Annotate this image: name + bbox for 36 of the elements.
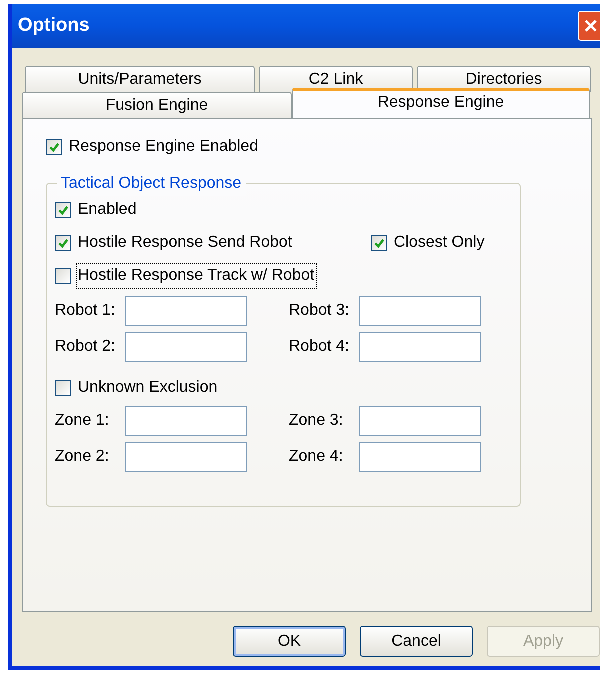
- checkbox-label[interactable]: Closest Only: [393, 231, 486, 255]
- dialog-button[interactable]: OK: [233, 626, 346, 657]
- input-field[interactable]: [359, 442, 481, 472]
- close-icon: [584, 19, 598, 33]
- checkbox-label[interactable]: Hostile Response Track w/ Robot: [77, 264, 316, 288]
- field-label: Robot 4:: [289, 337, 350, 357]
- dialog-button[interactable]: Cancel: [360, 626, 473, 657]
- field-label: Robot 3:: [289, 301, 350, 321]
- checkbox[interactable]: [55, 202, 71, 218]
- checkbox[interactable]: [55, 235, 71, 251]
- input-field[interactable]: [359, 332, 481, 362]
- tab[interactable]: Units/Parameters: [25, 66, 255, 92]
- field-label: Zone 3:: [289, 411, 344, 431]
- input-field[interactable]: [125, 332, 247, 362]
- checkbox-label[interactable]: Unknown Exclusion: [77, 376, 219, 400]
- checkbox-label[interactable]: Enabled: [77, 198, 138, 222]
- input-field[interactable]: [125, 442, 247, 472]
- field-label: Zone 2:: [55, 447, 110, 467]
- input-field[interactable]: [125, 406, 247, 436]
- checkbox-label[interactable]: Response Engine Enabled: [68, 135, 260, 159]
- tab[interactable]: Fusion Engine: [22, 92, 292, 118]
- checkbox-label[interactable]: Hostile Response Send Robot: [77, 231, 294, 255]
- input-field[interactable]: [125, 296, 247, 326]
- input-field[interactable]: [359, 406, 481, 436]
- checkbox[interactable]: [371, 235, 387, 251]
- field-label: Robot 1:: [55, 301, 116, 321]
- field-label: Zone 4:: [289, 447, 344, 467]
- tab[interactable]: Response Engine: [292, 88, 590, 118]
- close-button[interactable]: [578, 11, 600, 41]
- input-field[interactable]: [359, 296, 481, 326]
- checkbox[interactable]: [46, 139, 62, 155]
- field-label: Zone 1:: [55, 411, 110, 431]
- checkbox[interactable]: [55, 380, 71, 396]
- checkbox[interactable]: [55, 268, 71, 284]
- window-title: Options: [18, 14, 90, 38]
- field-label: Robot 2:: [55, 337, 116, 357]
